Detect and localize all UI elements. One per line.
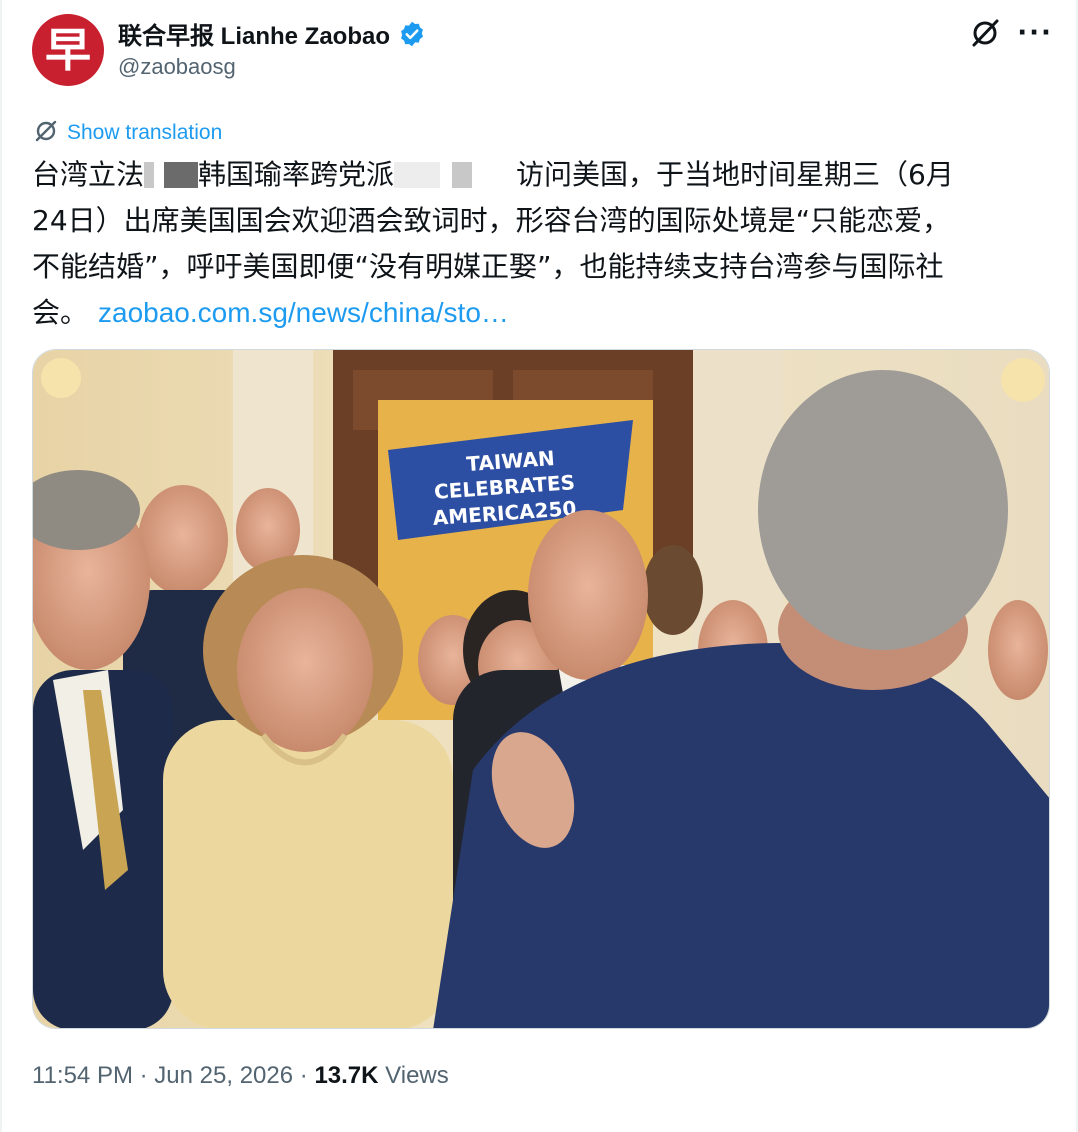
meta-separator: · [299, 1062, 308, 1089]
tweet-line-1: 台湾立法 韩国瑜率跨党派 访问美国，于当地时间星期三（6月 [32, 152, 1042, 198]
show-translation-label: Show translation [67, 121, 223, 144]
photo-person-right-head [758, 370, 1008, 650]
avatar[interactable]: 早 [32, 14, 104, 86]
tweet-meta: 11:54 PM · Jun 25, 2026 · 13.7K Views [32, 1062, 449, 1090]
photo-person-center-head [528, 510, 648, 680]
tweet-text-segment: 会。 [32, 296, 89, 329]
photo-person-bg [643, 545, 703, 635]
tweet-time[interactable]: 11:54 PM [32, 1062, 133, 1089]
tweet-text: 台湾立法 韩国瑜率跨党派 访问美国，于当地时间星期三（6月 24日）出席美国国会欢迎… [32, 152, 1042, 336]
account-handle[interactable]: @zaobaosg [118, 54, 236, 80]
views-label: Views [385, 1062, 449, 1089]
author-name-row[interactable]: 联合早报 Lianhe Zaobao [118, 16, 426, 51]
meta-separator: · [139, 1062, 148, 1089]
tweet-text-segment: 韩国瑜率跨党派 [198, 158, 395, 191]
redaction-block [164, 162, 199, 188]
tweet-line-4: 会。 zaobao.com.sg/news/china/sto… [32, 290, 1042, 336]
tweet-line-3: 不能结婚”，呼吁美国即便“没有明媒正娶”，也能持续支持台湾参与国际社 [32, 250, 944, 283]
more-options-icon[interactable]: ··· [1017, 16, 1052, 50]
frame-left-border [0, 0, 2, 1132]
show-translation-button[interactable]: Show translation [33, 118, 222, 148]
photo-person-woman-face [237, 588, 373, 752]
photo-wall-lamp [41, 358, 81, 398]
avatar-logo-glyph: 早 [45, 23, 91, 77]
translate-icon [33, 118, 59, 148]
tweet-text-segment: 台湾立法 [32, 158, 145, 191]
tweet-photo[interactable]: TAIWAN CELEBRATES AMERICA250 [32, 349, 1050, 1029]
verified-badge-icon [398, 20, 426, 48]
redaction-block [144, 162, 155, 188]
photo-person-bg [988, 600, 1048, 700]
tweet-text-segment: 访问美国，于当地时间星期三（6月 [516, 158, 954, 191]
photo-person-woman-jacket [163, 720, 453, 1028]
views-count: 13.7K [314, 1062, 379, 1089]
redaction-block [452, 162, 473, 188]
photo-person-bg [138, 485, 228, 595]
tweet-date[interactable]: Jun 25, 2026 [154, 1062, 293, 1089]
redaction-block [394, 162, 441, 188]
display-name[interactable]: 联合早报 Lianhe Zaobao [118, 16, 390, 51]
grok-icon[interactable] [968, 16, 1002, 50]
article-link[interactable]: zaobao.com.sg/news/china/sto… [98, 297, 509, 328]
photo-wall-lamp [1001, 358, 1045, 402]
tweet-line-2: 24日）出席美国国会欢迎酒会致词时，形容台湾的国际处境是“只能恋爱， [32, 204, 951, 237]
